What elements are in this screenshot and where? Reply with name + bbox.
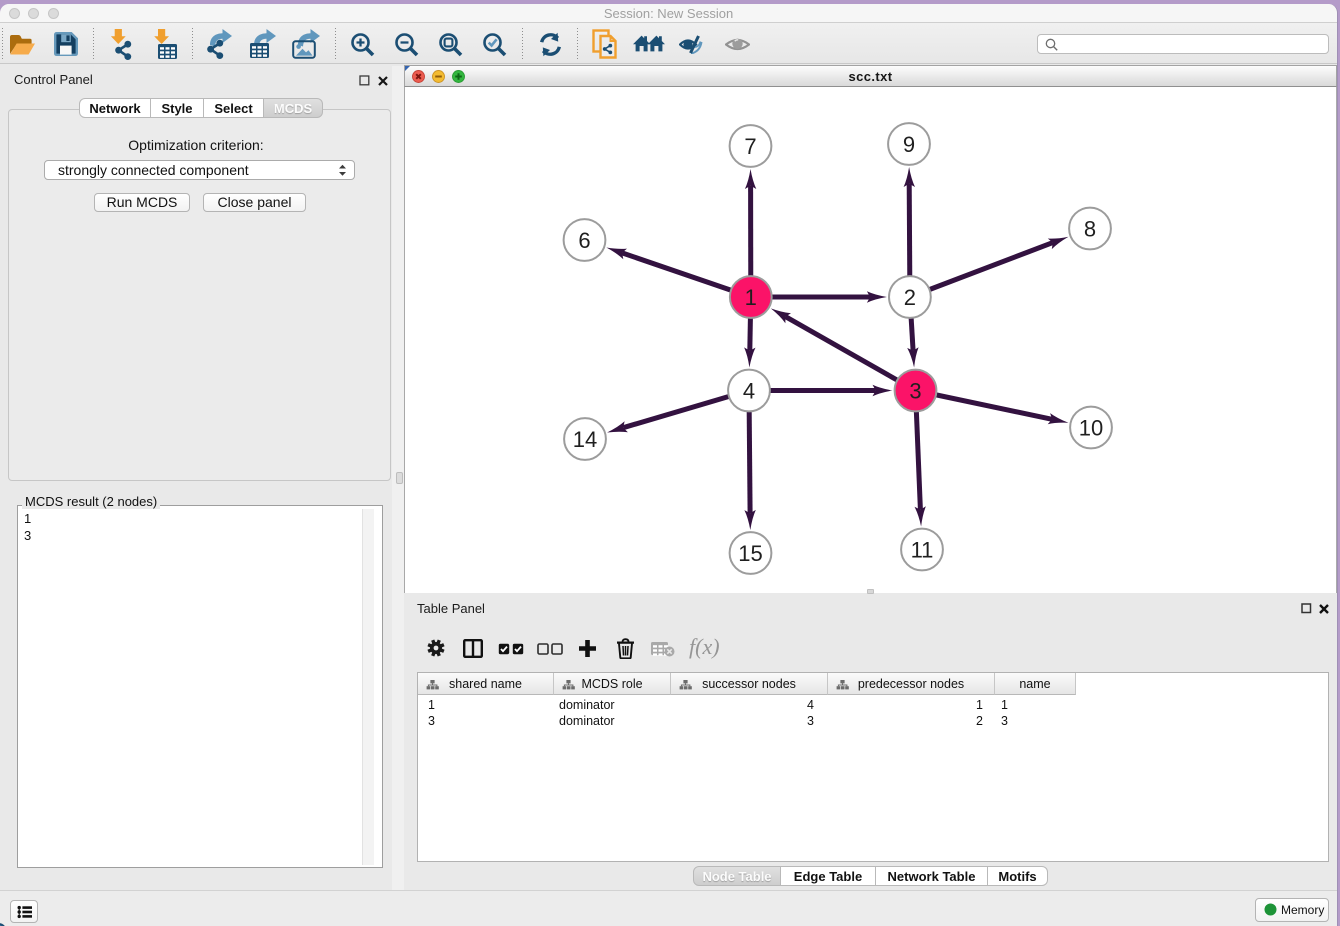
svg-text:7: 7 <box>744 134 756 159</box>
svg-text:4: 4 <box>743 378 755 403</box>
svg-text:10: 10 <box>1079 415 1103 440</box>
svg-text:3: 3 <box>909 378 921 403</box>
svg-text:2: 2 <box>904 285 916 310</box>
svg-text:6: 6 <box>578 228 590 253</box>
svg-text:9: 9 <box>903 132 915 157</box>
svg-text:1: 1 <box>745 285 757 310</box>
svg-text:14: 14 <box>573 427 597 452</box>
svg-text:11: 11 <box>911 537 934 562</box>
svg-text:15: 15 <box>738 541 762 566</box>
svg-text:8: 8 <box>1084 216 1096 241</box>
